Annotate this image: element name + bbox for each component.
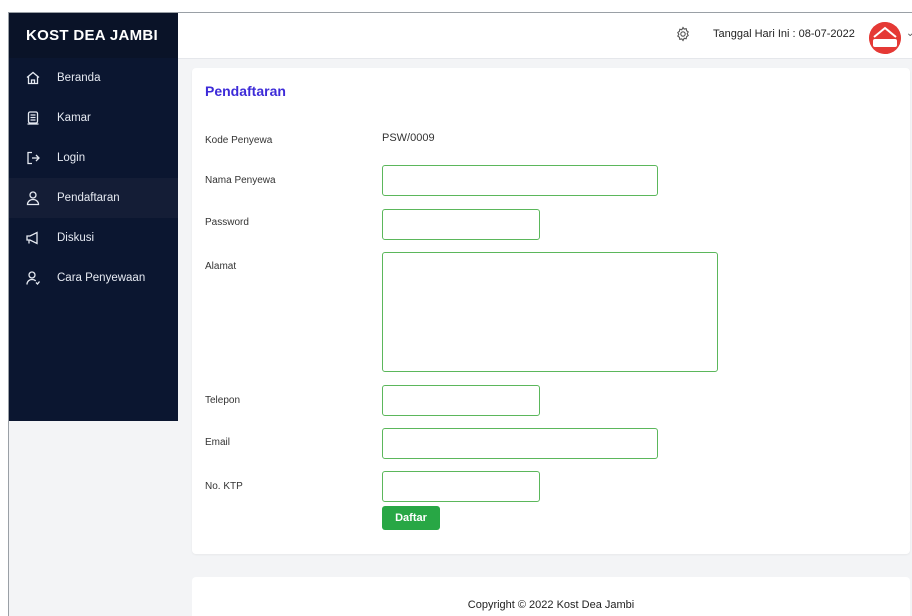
user-icon bbox=[25, 190, 41, 206]
user-guide-icon bbox=[25, 270, 41, 286]
sidebar-item-pendaftaran[interactable]: Pendaftaran bbox=[9, 178, 178, 218]
sidebar-nav: Beranda Kamar Login Pendaftaran Diskusi … bbox=[9, 58, 178, 298]
footer: Copyright © 2022 Kost Dea Jambi bbox=[192, 577, 910, 616]
chevron-down-icon[interactable]: ⌄ bbox=[906, 28, 912, 39]
telepon-input[interactable] bbox=[382, 385, 540, 416]
email-label: Email bbox=[205, 437, 231, 448]
sidebar-item-cara-penyewaan[interactable]: Cara Penyewaan bbox=[9, 258, 178, 298]
sidebar-item-label: Pendaftaran bbox=[57, 192, 120, 204]
kode-penyewa-value: PSW/0009 bbox=[382, 132, 435, 144]
page-title: Pendaftaran bbox=[205, 83, 286, 99]
password-input[interactable] bbox=[382, 209, 540, 240]
login-icon bbox=[25, 150, 41, 166]
sidebar-item-diskusi[interactable]: Diskusi bbox=[9, 218, 178, 258]
password-label: Password bbox=[205, 217, 249, 228]
sidebar-item-label: Login bbox=[57, 152, 86, 164]
sidebar-item-beranda[interactable]: Beranda bbox=[9, 58, 178, 98]
app-frame: KOST DEA JAMBI Beranda Kamar Login Penda… bbox=[8, 12, 912, 616]
topbar: Tanggal Hari Ini : 08-07-2022 ⌄ bbox=[178, 13, 912, 59]
sidebar: KOST DEA JAMBI Beranda Kamar Login Penda… bbox=[9, 13, 178, 421]
room-icon bbox=[25, 110, 41, 126]
copyright-text: Copyright © 2022 Kost Dea Jambi bbox=[467, 599, 635, 611]
email-field[interactable] bbox=[382, 428, 658, 459]
sidebar-item-kamar[interactable]: Kamar bbox=[9, 98, 178, 138]
no-ktp-label: No. KTP bbox=[205, 481, 243, 492]
sidebar-item-label: Kamar bbox=[57, 112, 91, 124]
home-icon bbox=[25, 70, 41, 86]
sidebar-item-label: Cara Penyewaan bbox=[57, 272, 146, 284]
kode-penyewa-label: Kode Penyewa bbox=[205, 135, 273, 146]
registration-card: Pendaftaran Kode Penyewa PSW/0009 Nama P… bbox=[192, 68, 910, 554]
alamat-label: Alamat bbox=[205, 261, 237, 272]
brand-title[interactable]: KOST DEA JAMBI bbox=[9, 13, 178, 58]
megaphone-icon bbox=[25, 230, 41, 246]
telepon-label: Telepon bbox=[205, 395, 241, 406]
nama-penyewa-label: Nama Penyewa bbox=[205, 175, 276, 186]
user-avatar-logo[interactable] bbox=[869, 22, 901, 54]
sidebar-item-login[interactable]: Login bbox=[9, 138, 178, 178]
gear-icon[interactable] bbox=[675, 26, 691, 42]
alamat-textarea[interactable] bbox=[382, 252, 718, 372]
sidebar-item-label: Beranda bbox=[57, 72, 101, 84]
daftar-button[interactable]: Daftar bbox=[382, 506, 440, 530]
current-date: Tanggal Hari Ini : 08-07-2022 bbox=[713, 28, 855, 40]
no-ktp-input[interactable] bbox=[382, 471, 540, 502]
sidebar-item-label: Diskusi bbox=[57, 232, 95, 244]
nama-penyewa-input[interactable] bbox=[382, 165, 658, 196]
